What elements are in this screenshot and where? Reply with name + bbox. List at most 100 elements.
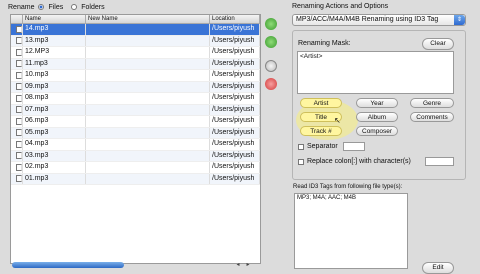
location-cell: /Users/piyush [210,104,260,115]
folders-radio[interactable] [71,4,78,10]
table-row[interactable]: 10.mp3/Users/piyush [11,70,260,82]
renaming-mask-input[interactable]: <Artist> [297,51,454,94]
remove-file-icon[interactable] [265,78,277,90]
audio-file-icon [16,71,22,79]
file-icon-cell [11,58,23,69]
file-name-cell: 12.MP3 [23,47,86,58]
edit-button[interactable]: Edit [422,262,454,274]
audio-file-icon [16,94,22,102]
table-row[interactable]: 07.mp3/Users/piyush [11,104,260,116]
table-row[interactable]: 04.mp3/Users/piyush [11,139,260,151]
table-row[interactable]: 11.mp3/Users/piyush [11,58,260,70]
mouse-pointer-icon: ↖ [334,116,341,125]
album-tag-button[interactable]: Album [356,112,398,122]
rename-label: Rename [8,3,35,11]
file-icon-cell [11,139,23,150]
separator-input[interactable] [343,142,365,151]
file-name-cell: 13.mp3 [23,35,86,46]
table-row[interactable]: 12.MP3/Users/piyush [11,47,260,59]
location-cell: /Users/piyush [210,93,260,104]
file-icon-cell [11,116,23,127]
add-file-icon[interactable] [265,60,277,72]
file-name-cell: 10.mp3 [23,70,86,81]
audio-file-icon [16,83,22,90]
move-up-icon[interactable] [265,18,277,30]
replace-colon-input[interactable] [425,157,454,166]
rename-mode-select[interactable]: MP3/ACC/M4A/M4B Renaming using ID3 Tag ⇕ [292,14,466,26]
table-row[interactable]: 06.mp3/Users/piyush [11,116,260,128]
new-name-cell [86,93,210,104]
file-name-cell: 06.mp3 [23,116,86,127]
new-name-cell [86,127,210,138]
file-icon-cell [11,70,23,81]
new-name-cell [86,47,210,58]
table-row[interactable]: 08.mp3/Users/piyush [11,93,260,105]
audio-file-icon [16,106,22,113]
clear-button[interactable]: Clear [422,38,454,50]
new-name-cell [86,70,210,81]
location-cell: /Users/piyush [210,58,260,69]
scroll-left-icon[interactable]: ◂ [234,262,242,268]
scroll-right-icon[interactable]: ▸ [244,262,252,268]
table-row[interactable]: 01.mp3/Users/piyush [11,173,260,185]
file-name-cell: 09.mp3 [23,81,86,92]
table-row[interactable]: 05.mp3/Users/piyush [11,127,260,139]
file-table[interactable]: Name New Name Location 14.mp3/Users/piyu… [10,14,261,264]
file-icon-cell [11,173,23,184]
separator-label: Separator [307,143,338,150]
file-icon-cell [11,81,23,92]
table-row[interactable]: 03.mp3/Users/piyush [11,150,260,162]
renaming-mask-label: Renaming Mask: [298,40,351,47]
audio-file-icon [16,129,22,136]
separator-checkbox[interactable] [298,144,304,150]
file-name-cell: 07.mp3 [23,104,86,115]
file-icon-cell [11,47,23,58]
new-name-cell [86,24,210,35]
new-name-cell [86,35,210,46]
year-tag-button[interactable]: Year [356,98,398,108]
comments-tag-button[interactable]: Comments [410,112,454,122]
location-cell: /Users/piyush [210,173,260,184]
replace-colon-checkbox[interactable] [298,159,304,165]
file-name-cell: 04.mp3 [23,139,86,150]
table-row[interactable]: 13.mp3/Users/piyush [11,35,260,47]
file-name-cell: 05.mp3 [23,127,86,138]
genre-tag-button[interactable]: Genre [410,98,454,108]
audio-file-icon [16,60,22,67]
table-header: Name New Name Location [11,15,260,24]
table-row[interactable]: 02.mp3/Users/piyush [11,162,260,174]
new-name-cell [86,162,210,173]
file-name-cell: 14.mp3 [23,24,86,35]
file-icon-cell [11,127,23,138]
file-icon-cell [11,24,23,35]
move-down-icon[interactable] [265,36,277,48]
files-radio[interactable] [38,4,45,10]
table-row[interactable]: 14.mp3/Users/piyush [11,24,260,36]
audio-file-icon [16,175,22,182]
replace-colon-label: Replace colon[:] with character(s) [307,158,411,165]
file-name-cell: 03.mp3 [23,150,86,161]
location-cell: /Users/piyush [210,139,260,150]
icon-column-header [11,15,23,23]
new-name-column-header[interactable]: New Name [86,15,210,23]
file-name-cell: 01.mp3 [23,173,86,184]
files-radio-label: Files [48,3,64,11]
file-types-input[interactable]: MP3; M4A; AAC; M4B [294,193,408,269]
rename-mode-value: MP3/ACC/M4A/M4B Renaming using ID3 Tag [296,16,439,23]
horizontal-scrollbar[interactable] [12,262,124,268]
table-row[interactable]: 09.mp3/Users/piyush [11,81,260,93]
rename-options: Rename Files Folders [8,2,105,12]
new-name-cell [86,139,210,150]
audio-file-icon [16,140,22,148]
file-name-cell: 08.mp3 [23,93,86,104]
location-cell: /Users/piyush [210,127,260,138]
name-column-header[interactable]: Name [23,15,86,23]
track-tag-button[interactable]: Track # [300,126,342,136]
location-cell: /Users/piyush [210,70,260,81]
audio-file-icon [16,37,22,44]
file-icon-cell [11,104,23,115]
location-column-header[interactable]: Location [210,15,260,23]
location-cell: /Users/piyush [210,47,260,58]
composer-tag-button[interactable]: Composer [356,126,398,136]
artist-tag-button[interactable]: Artist [300,98,342,108]
